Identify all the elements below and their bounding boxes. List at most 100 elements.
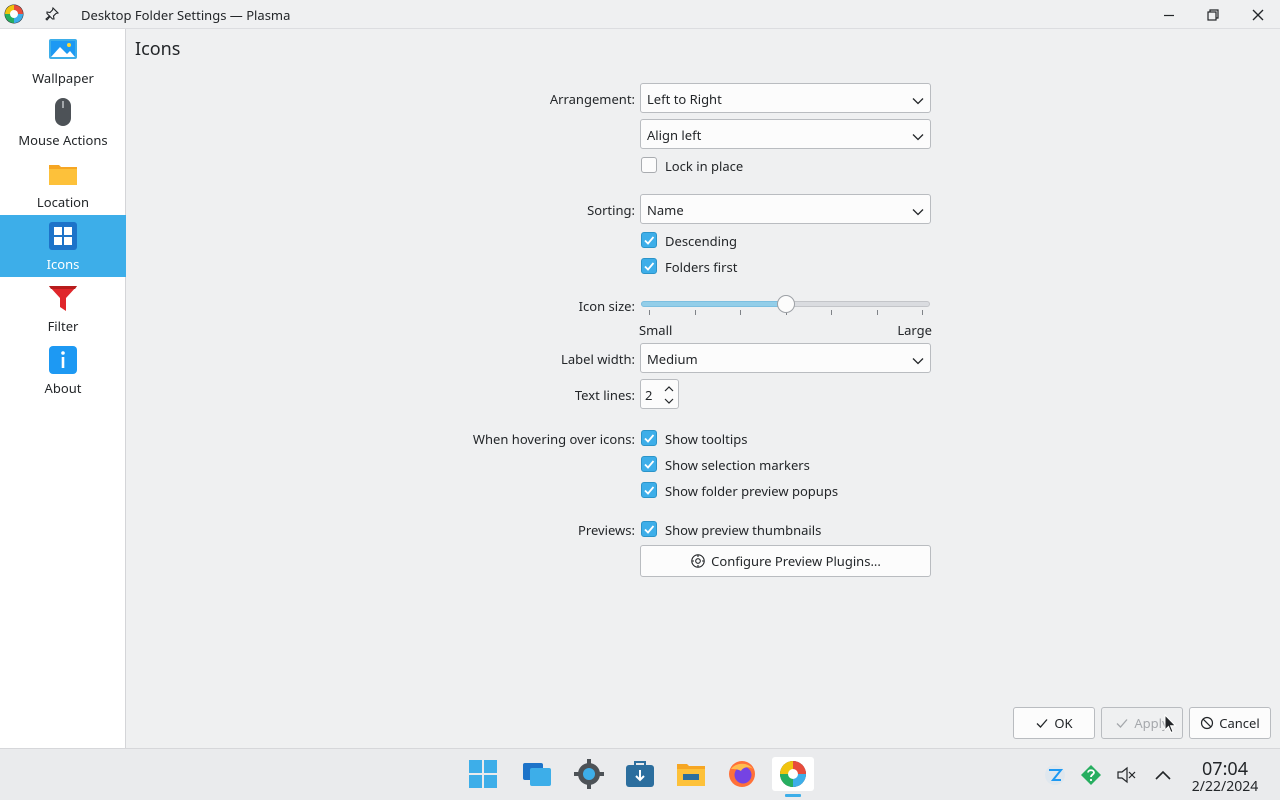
label-width-label: Label width: xyxy=(561,350,635,368)
clock-date[interactable]: 2/22/2024 xyxy=(1186,777,1264,796)
close-button[interactable] xyxy=(1247,4,1269,26)
sidebar-item-label: Wallpaper xyxy=(32,69,94,87)
alignment-value: Align left xyxy=(647,126,702,144)
slider-tick xyxy=(922,310,923,315)
arrangement-value: Left to Right xyxy=(647,90,722,108)
text-lines-value: 2 xyxy=(645,386,653,404)
lock-in-place-checkbox[interactable] xyxy=(640,156,658,174)
slider-tick xyxy=(740,310,741,315)
tray-expand-icon[interactable] xyxy=(1152,764,1174,786)
slider-tick xyxy=(695,310,696,315)
check-icon xyxy=(1035,716,1049,730)
show-selection-markers-checkbox[interactable] xyxy=(640,455,658,473)
sidebar-item-label: Location xyxy=(36,193,90,211)
hover-label: When hovering over icons: xyxy=(472,430,635,448)
show-selection-markers-label: Show selection markers xyxy=(665,456,810,474)
checkbox-unchecked-icon xyxy=(641,157,657,173)
sidebar-item-about[interactable]: About xyxy=(0,339,126,401)
wallpaper-icon xyxy=(48,35,78,65)
pin-icon[interactable] xyxy=(44,6,60,22)
spin-arrows-icon[interactable] xyxy=(663,383,675,407)
system-settings-icon[interactable] xyxy=(572,757,606,791)
cancel-label: Cancel xyxy=(1219,714,1260,732)
mouse-icon xyxy=(48,97,78,127)
arrangement-combo[interactable]: Left to Right xyxy=(640,83,931,113)
checkmark-icon xyxy=(641,258,657,274)
previews-label: Previews: xyxy=(577,521,635,539)
sidebar: Wallpaper Mouse Actions Location Icons F… xyxy=(0,29,126,748)
label-width-value: Medium xyxy=(647,350,698,368)
grid-icon xyxy=(48,221,78,251)
window-title: Desktop Folder Settings — Plasma xyxy=(81,6,291,24)
show-tooltips-checkbox[interactable] xyxy=(640,429,658,447)
cancel-button[interactable]: Cancel xyxy=(1189,707,1271,739)
chevron-down-icon xyxy=(912,204,924,216)
plasma-settings-icon[interactable] xyxy=(772,757,814,791)
checkmark-icon xyxy=(641,232,657,248)
checkmark-icon xyxy=(641,521,657,537)
icon-size-max-label: Large xyxy=(897,321,932,339)
sidebar-item-mouse-actions[interactable]: Mouse Actions xyxy=(0,91,126,153)
sidebar-item-filter[interactable]: Filter xyxy=(0,277,126,339)
cancel-icon xyxy=(1200,716,1214,730)
discover-store-icon[interactable] xyxy=(623,757,657,791)
show-folder-preview-label: Show folder preview popups xyxy=(665,482,839,500)
show-thumbnails-label: Show preview thumbnails xyxy=(665,521,822,539)
sorting-combo[interactable]: Name xyxy=(640,194,931,224)
sidebar-item-wallpaper[interactable]: Wallpaper xyxy=(0,29,126,91)
icon-size-label: Icon size: xyxy=(578,297,635,315)
plasma-app-icon[interactable] xyxy=(4,4,24,24)
checkmark-icon xyxy=(641,430,657,446)
slider-tick xyxy=(831,310,832,315)
chevron-down-icon xyxy=(912,129,924,141)
show-thumbnails-checkbox[interactable] xyxy=(640,520,658,538)
chevron-down-icon xyxy=(912,353,924,365)
arrangement-label: Arrangement: xyxy=(549,90,635,108)
info-icon xyxy=(48,345,78,375)
descending-checkbox[interactable] xyxy=(640,231,658,249)
sidebar-item-label: About xyxy=(44,379,82,397)
overview-icon[interactable] xyxy=(520,757,554,791)
folders-first-checkbox[interactable] xyxy=(640,257,658,275)
sorting-value: Name xyxy=(647,201,684,219)
network-icon[interactable] xyxy=(1044,764,1066,786)
slider-tick xyxy=(649,310,650,315)
sidebar-item-location[interactable]: Location xyxy=(0,153,126,215)
active-task-indicator xyxy=(785,794,801,797)
folder-icon xyxy=(48,159,78,189)
start-menu-icon[interactable] xyxy=(466,757,500,791)
descending-label: Descending xyxy=(665,232,738,250)
minimize-button[interactable] xyxy=(1158,4,1180,26)
show-folder-preview-checkbox[interactable] xyxy=(640,481,658,499)
help-updates-icon[interactable] xyxy=(1080,764,1102,786)
sidebar-item-icons[interactable]: Icons xyxy=(0,215,126,277)
sorting-label: Sorting: xyxy=(587,201,635,219)
page-title: Icons xyxy=(135,37,181,61)
sidebar-item-label: Filter xyxy=(47,317,79,335)
lock-in-place-label: Lock in place xyxy=(665,157,744,175)
text-lines-spinbox[interactable]: 2 xyxy=(640,379,679,409)
volume-muted-icon[interactable] xyxy=(1115,764,1137,786)
show-tooltips-label: Show tooltips xyxy=(665,430,748,448)
firefox-icon[interactable] xyxy=(725,757,759,791)
configure-preview-plugins-button[interactable]: Configure Preview Plugins... xyxy=(640,545,931,577)
checkmark-icon xyxy=(641,482,657,498)
maximize-button[interactable] xyxy=(1201,4,1223,26)
ok-button[interactable]: OK xyxy=(1013,707,1095,739)
title-bar: Desktop Folder Settings — Plasma xyxy=(0,0,1280,29)
slider-tick xyxy=(877,310,878,315)
sidebar-item-label: Icons xyxy=(46,255,80,273)
chevron-down-icon xyxy=(912,93,924,105)
label-width-combo[interactable]: Medium xyxy=(640,343,931,373)
sidebar-item-label: Mouse Actions xyxy=(18,131,108,149)
ok-label: OK xyxy=(1054,714,1073,732)
alignment-combo[interactable]: Align left xyxy=(640,119,931,149)
checkmark-icon xyxy=(641,456,657,472)
taskbar xyxy=(0,748,1280,800)
configure-preview-plugins-label: Configure Preview Plugins... xyxy=(711,552,881,570)
funnel-icon xyxy=(48,283,78,313)
slider-handle[interactable] xyxy=(777,295,795,313)
file-manager-icon[interactable] xyxy=(674,757,708,791)
configure-gear-icon xyxy=(690,553,706,569)
check-icon xyxy=(1115,716,1129,730)
